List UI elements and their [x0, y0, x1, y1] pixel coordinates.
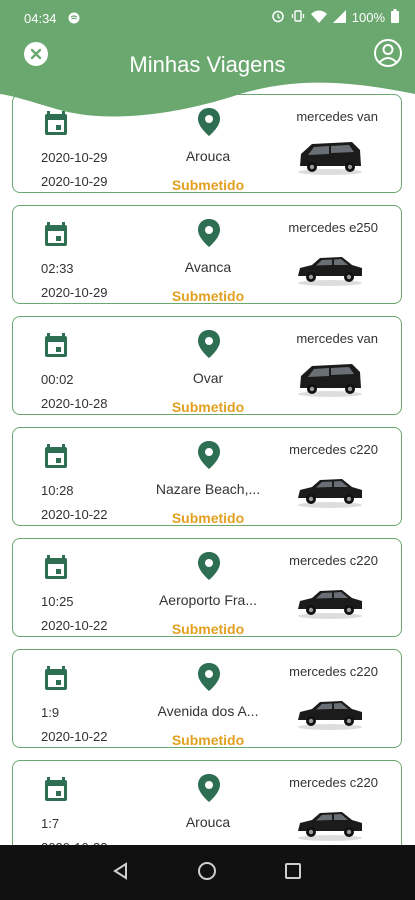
wifi-icon [310, 10, 327, 26]
trip-status: Submetido [171, 732, 245, 748]
trip-time: 10:25 [41, 594, 74, 609]
calendar-icon [43, 221, 69, 247]
trip-status: Submetido [171, 288, 245, 304]
sedan-image [296, 247, 364, 287]
app-notification-icon [68, 12, 80, 27]
car-model: mercedes c220 [289, 775, 378, 790]
van-image [296, 358, 364, 398]
car-model: mercedes c220 [289, 442, 378, 457]
trip-card[interactable]: 10:28 2020-10-22 Nazare Beach,... Submetido… [12, 427, 402, 526]
trip-destination: Avenida dos A... [157, 703, 259, 719]
back-icon [113, 862, 127, 880]
sedan-image [296, 691, 364, 731]
sedan-image [296, 580, 364, 620]
trip-time: 1:7 [41, 816, 60, 831]
trip-status: Submetido [171, 510, 245, 526]
trip-card[interactable]: 1:9 2020-10-22 Avenida dos A... Submetido me… [12, 649, 402, 748]
car-model: mercedes c220 [289, 664, 378, 679]
page-title: Minhas Viagens [129, 52, 286, 77]
calendar-icon [43, 554, 69, 580]
trip-status: Submetido [171, 399, 245, 415]
trip-status: Submetido [171, 621, 245, 637]
calendar-icon [43, 776, 69, 802]
location-pin-icon [196, 329, 222, 359]
calendar-icon [43, 332, 69, 358]
profile-button[interactable] [373, 38, 403, 68]
calendar-icon [43, 665, 69, 691]
trip-date: 2020-10-29 [41, 174, 108, 189]
account-icon [374, 39, 402, 67]
car-model: mercedes e250 [288, 220, 378, 235]
trip-time: 10:28 [41, 483, 74, 498]
car-model: mercedes van [296, 331, 378, 346]
trip-date: 2020-10-29 [41, 285, 108, 300]
location-pin-icon [196, 218, 222, 248]
status-bar: 04:34 100% [0, 0, 415, 36]
trip-destination: Nazare Beach,... [155, 481, 261, 497]
calendar-icon [43, 443, 69, 469]
recent-apps-button[interactable] [285, 863, 301, 879]
trip-destination: Arouca [185, 148, 231, 164]
trip-date: 2020-10-22 [41, 507, 108, 522]
alarm-icon [271, 9, 285, 26]
location-pin-icon [196, 440, 222, 470]
trip-time: 02:33 [41, 261, 74, 276]
trip-list[interactable]: 2020-10-29 2020-10-29 Arouca Submetido merce… [0, 90, 415, 845]
trip-time: 1:9 [41, 705, 60, 720]
sedan-image [296, 469, 364, 509]
trip-time: 00:02 [41, 372, 74, 387]
trip-card[interactable]: 10:25 2020-10-22 Aeroporto Fra... Submetido… [12, 538, 402, 637]
trip-destination: Aeroporto Fra... [158, 592, 258, 608]
status-time: 04:34 [24, 11, 57, 26]
trip-date: 2020-10-28 [41, 396, 108, 411]
trip-status: Submetido [171, 177, 245, 193]
battery-percent: 100% [351, 10, 385, 25]
trip-date: 2020-10-22 [41, 618, 108, 633]
car-model: mercedes c220 [289, 553, 378, 568]
trip-destination: Avanca [184, 259, 232, 275]
location-pin-icon [196, 773, 222, 803]
home-nav-button[interactable] [198, 862, 216, 880]
trip-card[interactable]: 02:33 2020-10-29 Avanca Submetido mercedes e… [12, 205, 402, 304]
back-nav-button[interactable] [112, 862, 128, 885]
location-pin-icon [196, 551, 222, 581]
trip-time: 2020-10-29 [41, 150, 108, 165]
van-image [296, 136, 364, 176]
vibrate-icon [291, 9, 305, 26]
location-pin-icon [196, 662, 222, 692]
trip-destination: Arouca [185, 814, 231, 830]
battery-icon [391, 9, 399, 26]
trip-destination: Ovar [192, 370, 224, 386]
trip-card[interactable]: 00:02 2020-10-28 Ovar Submetido mercedes van [12, 316, 402, 415]
navigation-bar [0, 845, 415, 900]
signal-icon [332, 9, 346, 26]
trip-date: 2020-10-22 [41, 729, 108, 744]
sedan-image [296, 802, 364, 842]
trip-card[interactable]: 1:72020-10-22AroucaSubmetidomercedes c22… [12, 760, 402, 845]
